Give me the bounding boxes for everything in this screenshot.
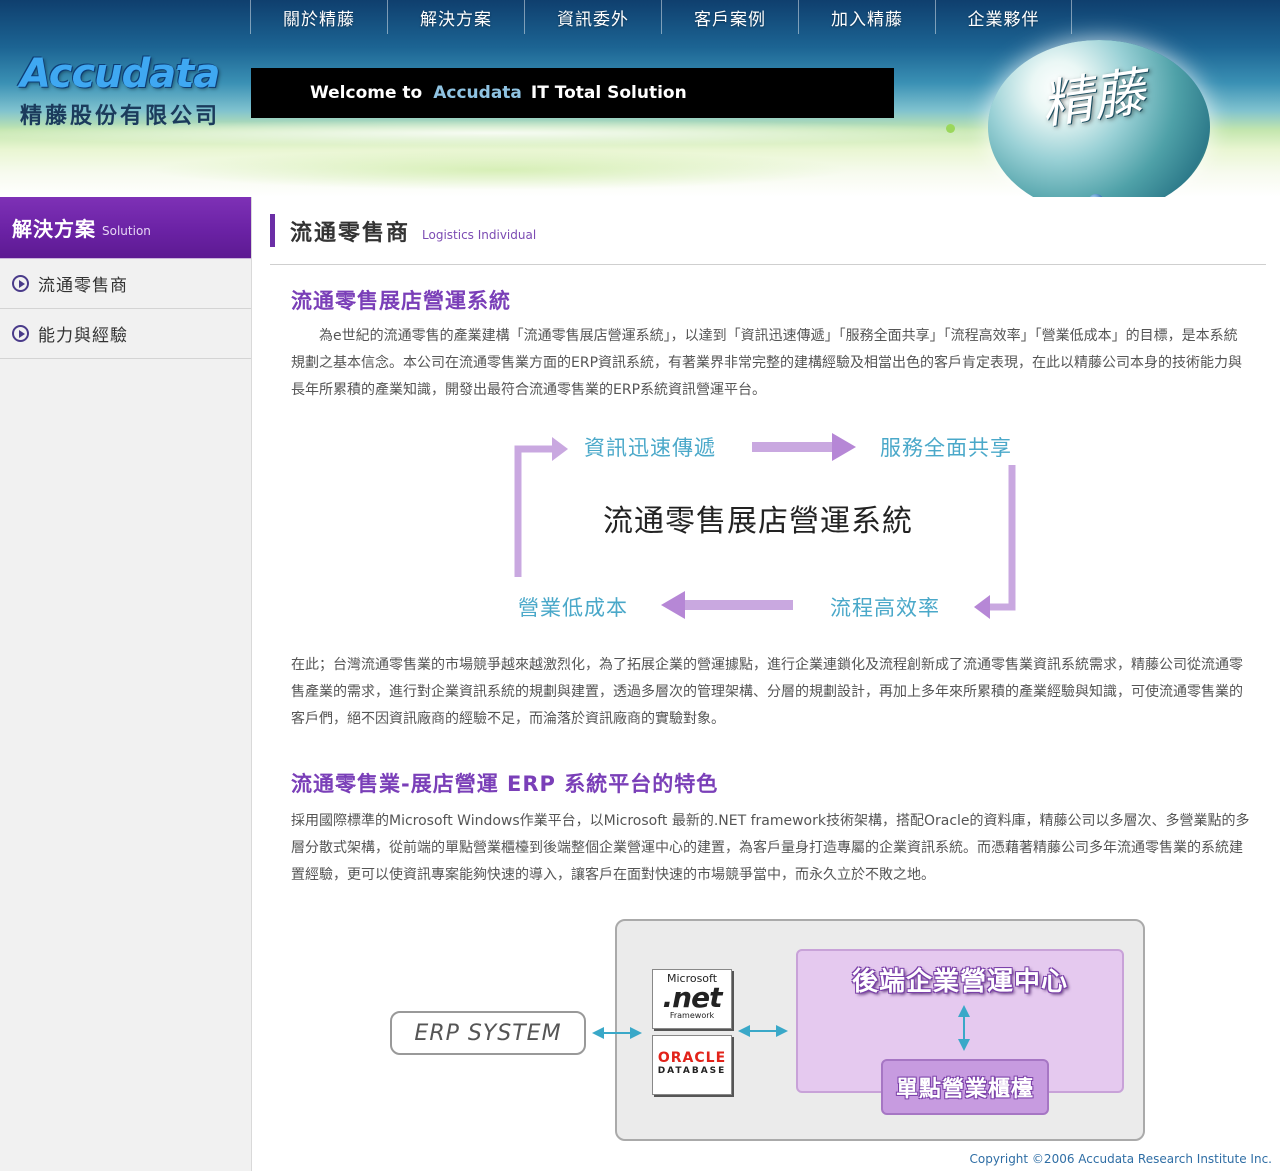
cycle-node-shared-service: 服務全面共享 [880,436,1012,460]
welcome-brand: Accudata [433,83,522,103]
logo-wordmark: Accudata [20,51,220,97]
page-title: 流通零售商 [290,220,411,246]
cycle-node-low-cost: 營業低成本 [518,596,628,620]
welcome-suffix: IT Total Solution [530,83,687,103]
nav-item-cases[interactable]: 客戶案例 [661,0,798,34]
nav-item-about[interactable]: 關於精藤 [250,0,387,34]
welcome-banner: Welcome to Accudata IT Total Solution [251,68,894,118]
nav-item-outsourcing[interactable]: 資訊委外 [524,0,661,34]
sidebar-item-experience[interactable]: 能力與經驗 [0,309,251,359]
sidebar-item-label: 流通零售商 [38,276,128,296]
section-title-erp: 流通零售業-展店營運 ERP 系統平台的特色 [291,772,719,796]
page-subtitle: Logistics Individual [422,227,537,242]
copyright-text: Copyright ©2006 Accudata Research Instit… [969,1152,1272,1166]
sidebar-item-label: 能力與經驗 [38,326,128,346]
play-circle-icon [12,325,29,342]
site-header: 關於精藤 解決方案 資訊委外 客戶案例 加入精藤 企業夥伴 Accudata 精… [0,0,1280,197]
sidebar-title-en: Solution [102,223,151,238]
page-header: 流通零售商 Logistics Individual [270,197,1266,265]
title-accent-bar [270,214,275,247]
market-paragraph: 在此；台灣流通零售業的市場競爭越來越激烈化，為了拓展企業的營運據點，進行企業連鎖… [291,657,1243,727]
diagram-arrows [592,1005,970,1051]
intro-paragraph: 為e世紀的流通零售的產業建構「流通零售展店營運系統」，以達到「資訊迅速傳遞」「服… [291,328,1243,398]
sidebar-title: 解決方案 Solution [0,197,251,259]
cycle-diagram: 資訊迅速傳遞 服務全面共享 流通零售展店營運系統 流程高效率 營業低成本 [500,427,1040,627]
erp-paragraph: 採用國際標準的Microsoft Windows作業平台，以Microsoft … [291,813,1250,883]
erp-architecture-diagram: ERP SYSTEM Microsoft .net Framework ORAC… [388,917,1148,1147]
sidebar: 解決方案 Solution 流通零售商 能力與經驗 [0,197,252,1171]
sidebar-title-zh: 解決方案 [12,217,96,241]
logo-company-name: 精藤股份有限公司 [20,104,221,129]
cycle-center-label: 流通零售展店營運系統 [603,504,913,539]
cycle-node-efficiency: 流程高效率 [830,596,940,620]
cycle-node-fast-info: 資訊迅速傳遞 [584,436,716,460]
company-logo[interactable]: Accudata 精藤股份有限公司 [20,52,230,130]
section-title-system: 流通零售展店營運系統 [291,289,511,313]
nav-item-partners[interactable]: 企業夥伴 [935,0,1072,34]
header-glow [150,150,850,190]
sidebar-item-retail[interactable]: 流通零售商 [0,259,251,309]
top-nav: 關於精藤 解決方案 資訊委外 客戶案例 加入精藤 企業夥伴 [250,0,1072,34]
main-content: 流通零售商 Logistics Individual 流通零售展店營運系統 為e… [270,197,1266,1141]
nav-item-join[interactable]: 加入精藤 [798,0,935,34]
play-circle-icon [12,275,29,292]
nav-item-solutions[interactable]: 解決方案 [387,0,524,34]
decorative-dot [946,124,955,133]
welcome-prefix: Welcome to [310,83,423,103]
